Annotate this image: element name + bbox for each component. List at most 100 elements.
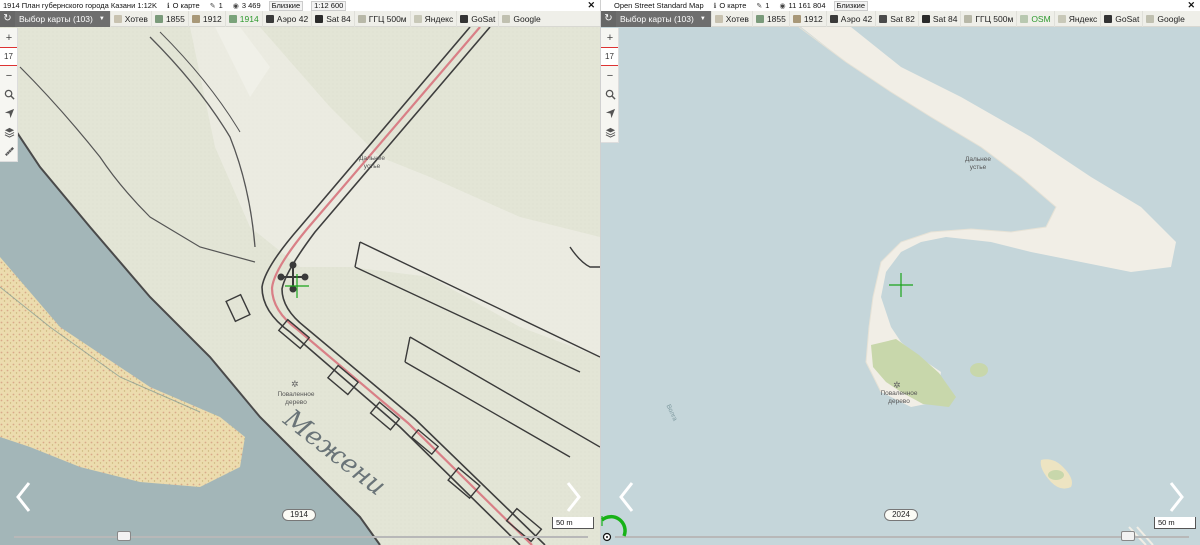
layer-thumbnail-icon: [502, 14, 511, 23]
left-about-map-link[interactable]: ℹО карте: [167, 1, 200, 10]
right-nearby-button[interactable]: Близкие: [833, 0, 869, 11]
left-prev-arrow-icon[interactable]: [14, 480, 34, 514]
eye-icon: ◉: [779, 2, 786, 10]
right-layer-button[interactable]: Аэро 42: [825, 10, 875, 27]
right-layer-toolbar: ↻ Выбор карты (103) ▼ Хотев 1855 1912 Аэро 4…: [601, 10, 1200, 27]
right-year-badge: 2024: [884, 509, 918, 521]
left-layer-toolbar: ↻ Выбор карты (103) ▼ Хотев 1855 1912 1914 Аэ…: [0, 10, 600, 27]
layer-label: 1914: [239, 13, 259, 24]
right-zoom-out-button[interactable]: −: [601, 66, 619, 85]
right-layer-button[interactable]: Яндекс: [1053, 10, 1101, 27]
right-tree-label: Поваленное дерево: [880, 390, 918, 405]
layer-label: Sat 84: [932, 13, 958, 24]
left-layer-button[interactable]: 1855: [150, 10, 188, 27]
right-layer-button[interactable]: ГГЦ 500м: [960, 10, 1016, 27]
edit-icon: ✎: [209, 2, 216, 10]
left-layer-button[interactable]: Sat 84: [311, 10, 354, 27]
left-tree-label: Поваленное дерево: [277, 391, 315, 406]
left-zoom-controls: + 17 −: [0, 28, 18, 162]
left-layer-button[interactable]: GoSat: [456, 10, 498, 27]
right-time-slider-track[interactable]: [615, 536, 1189, 538]
right-map-pane: Open Street Standard Map ℹО карте ✎ 1 ◉ 11…: [600, 0, 1200, 545]
layer-label: Аэро 42: [276, 13, 309, 24]
left-next-arrow-icon[interactable]: [563, 480, 583, 514]
left-layer-button[interactable]: 1912: [187, 10, 225, 27]
right-layer-button[interactable]: 1912: [788, 10, 826, 27]
left-map-select-dropdown[interactable]: Выбор карты (103) ▼: [15, 10, 110, 27]
right-layers-icon[interactable]: [601, 123, 619, 142]
left-refresh-icon[interactable]: ↻: [0, 10, 15, 27]
left-edits-count: ✎ 1: [209, 1, 223, 10]
right-map-select-dropdown[interactable]: Выбор карты (103) ▼: [616, 10, 711, 27]
right-refresh-icon[interactable]: ↻: [601, 10, 616, 27]
left-year-badge: 1914: [282, 509, 316, 521]
layer-label: Google: [1157, 13, 1185, 24]
layer-thumbnail-icon: [921, 14, 930, 23]
info-icon: ℹ: [713, 2, 717, 10]
right-locate-icon[interactable]: [601, 104, 619, 123]
layer-thumbnail-icon: [792, 14, 801, 23]
layer-thumbnail-icon: [357, 14, 366, 23]
layer-label: 1912: [202, 13, 222, 24]
layer-thumbnail-icon: [1057, 14, 1066, 23]
left-views-count: ◉ 3 469: [232, 1, 261, 10]
right-layer-button[interactable]: Хотев: [710, 10, 752, 27]
right-close-icon[interactable]: ✕: [1187, 0, 1195, 11]
right-titlebar: Open Street Standard Map ℹО карте ✎ 1 ◉ 11…: [601, 0, 1200, 11]
right-scale-bar: 50 m: [1154, 517, 1196, 529]
left-time-slider-thumb[interactable]: [117, 531, 131, 541]
left-layer-button[interactable]: Хотев: [109, 10, 151, 27]
right-next-arrow-icon[interactable]: [1166, 480, 1186, 514]
sync-compass-icon[interactable]: [596, 512, 630, 545]
left-locate-icon[interactable]: [0, 104, 18, 123]
layer-thumbnail-icon: [755, 14, 764, 23]
layer-thumbnail-icon: [154, 14, 163, 23]
right-crosshair-icon: [889, 273, 913, 297]
left-layer-button[interactable]: Яндекс: [409, 10, 457, 27]
right-zoom-controls: + 17 −: [601, 28, 619, 143]
left-nearby-button[interactable]: Близкие: [268, 0, 304, 11]
right-edits-count: ✎ 1: [756, 1, 770, 10]
left-layer-button[interactable]: ГГЦ 500м: [353, 10, 410, 27]
left-search-icon[interactable]: [0, 85, 18, 104]
layer-thumbnail-icon: [1020, 14, 1029, 23]
layer-thumbnail-icon: [265, 14, 274, 23]
layer-label: Sat 84: [326, 13, 351, 24]
left-titlebar: 1914 План губернского города Казани 1:12…: [0, 0, 600, 11]
layer-label: OSM: [1031, 13, 1051, 24]
layer-thumbnail-icon: [1146, 14, 1155, 23]
layer-thumbnail-icon: [460, 14, 469, 23]
left-ruler-icon[interactable]: [0, 142, 18, 161]
left-zoom-out-button[interactable]: −: [0, 66, 18, 85]
left-layer-button[interactable]: Google: [498, 10, 543, 27]
left-cape-label: Дальнее устье: [358, 155, 386, 170]
left-time-slider-track[interactable]: [14, 536, 588, 538]
right-search-icon[interactable]: [601, 85, 619, 104]
left-scale-display: 1:12 600: [311, 0, 347, 11]
right-layer-button[interactable]: Google: [1142, 10, 1187, 27]
layer-label: 1855: [165, 13, 185, 24]
right-about-map-link[interactable]: ℹО карте: [714, 1, 747, 10]
left-zoom-level: 17: [0, 47, 17, 66]
right-layer-button[interactable]: GoSat: [1100, 10, 1142, 27]
right-prev-arrow-icon[interactable]: [617, 480, 637, 514]
left-close-icon[interactable]: ✕: [587, 0, 595, 11]
small-islet: [970, 363, 988, 377]
chevron-down-icon: ▼: [98, 15, 105, 22]
left-layer-button[interactable]: Аэро 42: [261, 10, 311, 27]
right-layer-button[interactable]: OSM: [1016, 10, 1053, 27]
right-layer-button[interactable]: 1855: [751, 10, 789, 27]
left-layer-button[interactable]: 1914: [224, 10, 262, 27]
layer-label: 1855: [766, 13, 786, 24]
left-zoom-in-button[interactable]: +: [0, 28, 18, 47]
right-cape-label: Дальнее устье: [964, 156, 992, 171]
right-layer-button[interactable]: Sat 84: [917, 10, 961, 27]
layer-thumbnail-icon: [714, 14, 723, 23]
right-time-slider-thumb[interactable]: [1121, 531, 1135, 541]
left-layers-icon[interactable]: [0, 123, 18, 142]
layer-label: Яндекс: [1068, 13, 1098, 24]
right-layer-button[interactable]: Sat 82: [875, 10, 918, 27]
layer-thumbnail-icon: [1104, 14, 1113, 23]
layer-thumbnail-icon: [879, 14, 888, 23]
right-zoom-in-button[interactable]: +: [601, 28, 619, 47]
